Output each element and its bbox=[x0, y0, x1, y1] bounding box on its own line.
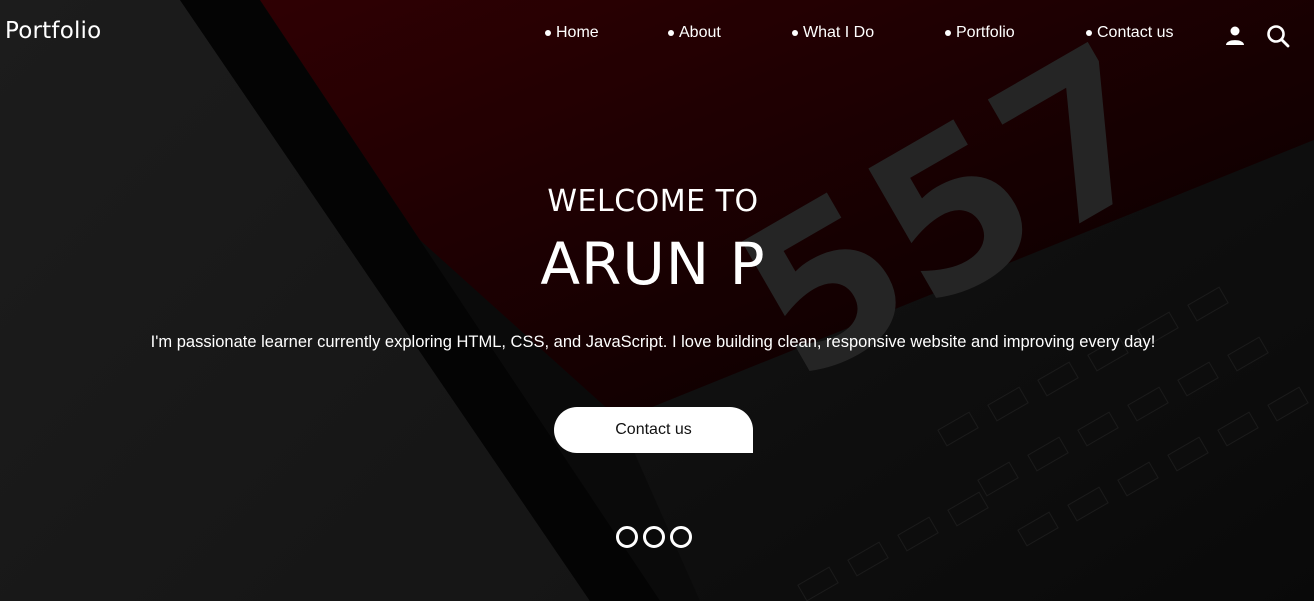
hero-name-title: ARUN P bbox=[540, 230, 766, 298]
user-icon[interactable] bbox=[1224, 24, 1248, 48]
hero-welcome-heading: WELCOME TO bbox=[547, 184, 759, 219]
hero-section: 557 Portfolio Home About What I Do Portf… bbox=[0, 0, 1314, 601]
nav-item-label: Home bbox=[556, 24, 599, 41]
nav-item-about[interactable]: About bbox=[668, 24, 721, 42]
bullet-icon bbox=[668, 30, 674, 36]
nav-item-home[interactable]: Home bbox=[545, 24, 599, 42]
bullet-icon bbox=[792, 30, 798, 36]
search-icon[interactable] bbox=[1266, 24, 1290, 48]
nav-item-label: About bbox=[679, 24, 721, 41]
slider-dot-3[interactable] bbox=[670, 526, 692, 548]
brand-logo-text[interactable]: Portfolio bbox=[5, 18, 101, 44]
contact-us-button[interactable]: Contact us bbox=[554, 407, 753, 453]
nav-item-portfolio[interactable]: Portfolio bbox=[945, 24, 1015, 42]
bullet-icon bbox=[1086, 30, 1092, 36]
hero-tagline: I'm passionate learner currently explori… bbox=[150, 333, 1156, 351]
nav-item-what-i-do[interactable]: What I Do bbox=[792, 24, 874, 42]
nav-item-label: What I Do bbox=[803, 24, 875, 41]
slider-dot-1[interactable] bbox=[616, 526, 638, 548]
nav-item-label: Portfolio bbox=[956, 24, 1015, 41]
nav-item-label: Contact us bbox=[1097, 24, 1174, 41]
nav-item-contact-us[interactable]: Contact us bbox=[1086, 24, 1173, 42]
slider-pagination bbox=[616, 526, 692, 548]
slider-dot-2[interactable] bbox=[643, 526, 665, 548]
bullet-icon bbox=[945, 30, 951, 36]
hero-overlay bbox=[0, 0, 1314, 601]
bullet-icon bbox=[545, 30, 551, 36]
